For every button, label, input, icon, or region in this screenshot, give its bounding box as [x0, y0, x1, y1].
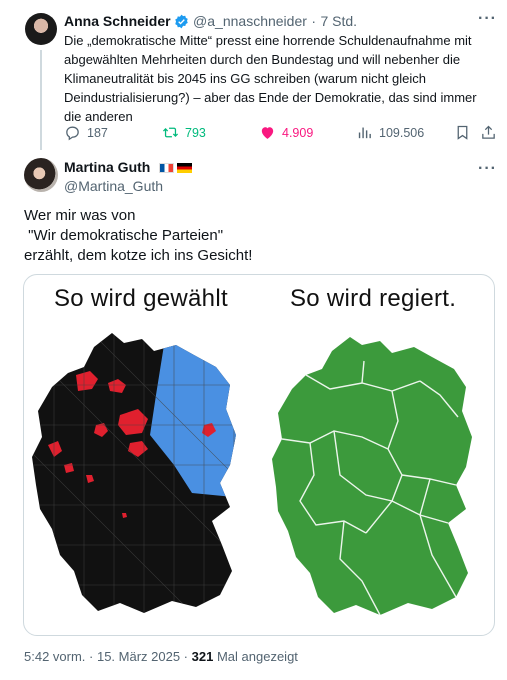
germany-flag-icon [176, 163, 192, 173]
reply-count: 187 [87, 125, 108, 140]
bookmark-icon[interactable] [454, 124, 471, 146]
image-title-left: So wird gewählt [54, 285, 228, 312]
timestamp[interactable]: 7 Std. [320, 13, 357, 29]
view-count: 109.506 [379, 125, 425, 140]
reply-icon [66, 126, 79, 141]
views-icon [358, 127, 371, 139]
heart-icon [261, 127, 274, 139]
view-count: 321 [191, 649, 214, 664]
author-name[interactable]: Martina Guth [64, 159, 150, 175]
france-flag-icon [158, 163, 174, 173]
avatar-martina[interactable] [24, 158, 58, 192]
reply-button[interactable]: 187 [64, 124, 108, 141]
separator: · [311, 13, 317, 29]
tweet-line: erzählt, dem kotze ich ins Gesicht! [24, 247, 253, 264]
handle[interactable]: @Martina_Guth [64, 178, 163, 194]
author-name[interactable]: Anna Schneider [64, 13, 171, 29]
main-tweet-header: Martina Guth [64, 159, 192, 177]
image-title-right: So wird regiert. [290, 285, 457, 312]
tweet-footer: 5:42 vorm. · 15. März 2025 · 321 Mal ang… [24, 649, 298, 664]
views-button[interactable]: 109.506 [356, 124, 424, 141]
more-options-icon[interactable]: ··· [478, 10, 497, 28]
retweet-button[interactable]: 793 [162, 124, 206, 141]
map-governance [272, 337, 472, 616]
map-election-results [32, 333, 236, 613]
tweet-line: "Wir demokratische Parteien" [24, 227, 224, 244]
post-timestamp[interactable]: 5:42 vorm. · 15. März 2025 · [24, 649, 188, 664]
quoted-tweet-text: Die „demokratische Mitte“ presst eine ho… [64, 33, 477, 124]
like-button[interactable]: 4.909 [259, 124, 313, 141]
avatar-anna[interactable] [25, 13, 57, 45]
view-label: Mal angezeigt [216, 649, 298, 664]
action-bar: 187 793 4.909 109.506 [64, 124, 497, 146]
tweet-line: Wer mir was von [24, 207, 136, 224]
main-tweet-text: Wer mir was von "Wir demokratische Parte… [24, 206, 484, 266]
share-icon[interactable] [480, 124, 497, 146]
thread-line [40, 50, 42, 150]
tweet-image[interactable]: So wird gewählt So wird regiert. [23, 274, 495, 636]
more-options-icon[interactable]: ··· [478, 160, 497, 178]
handle[interactable]: @a_nnaschneider [193, 13, 307, 29]
retweet-count: 793 [185, 125, 206, 140]
like-count: 4.909 [282, 125, 314, 140]
retweet-icon [162, 127, 179, 138]
